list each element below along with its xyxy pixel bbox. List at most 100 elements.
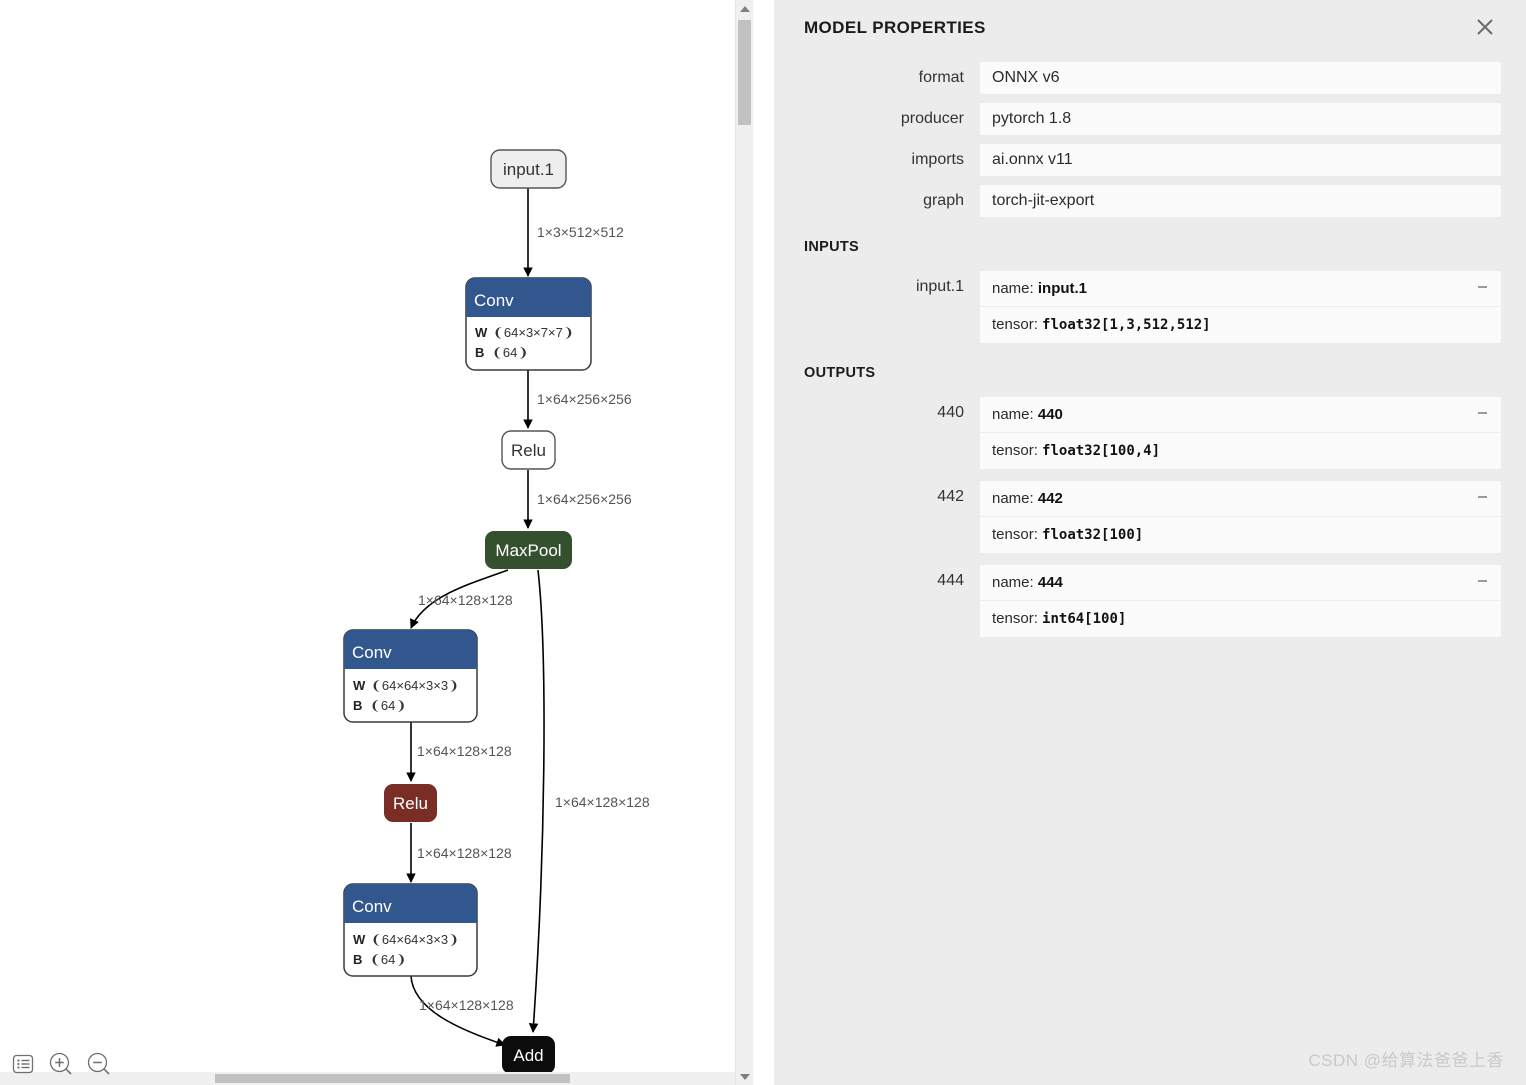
zoom-out-icon: [87, 1052, 110, 1075]
node-attr-key-conv2-w: W: [353, 678, 366, 693]
edge-label-conv3-add: 1×64×128×128: [419, 997, 514, 1013]
output-name-prefix: name:: [992, 490, 1038, 507]
graph-node-relu1[interactable]: Relu: [501, 430, 556, 470]
node-label-maxpool: MaxPool: [495, 541, 561, 560]
output-name-prefix: name:: [992, 574, 1038, 591]
input-row-input1: input.1 name: input.1 tensor: float32[1,…: [799, 271, 1501, 343]
graph-node-conv3[interactable]: Conv W ❨64×64×3×3❩ B ❨64❩: [343, 883, 478, 977]
scroll-down-button[interactable]: [736, 1068, 753, 1085]
edge-label-conv1-relu1: 1×64×256×256: [537, 391, 632, 407]
list-icon: [12, 1054, 34, 1074]
output-tensor-line-444: tensor: int64[100]: [980, 600, 1501, 637]
output-label-440: 440: [937, 404, 964, 421]
property-value-graph[interactable]: torch-jit-export: [980, 185, 1501, 217]
node-attr-val-conv1-w: ❨64×3×7×7❩: [493, 325, 574, 340]
zoom-in-button[interactable]: [48, 1051, 74, 1077]
output-row-442: 442 name: 442 tensor: float32[100]: [799, 481, 1501, 553]
edge-label-relu1-maxpool: 1×64×256×256: [537, 491, 632, 507]
output-tensor-prefix: tensor:: [992, 526, 1043, 543]
input-name-line-input1: name: input.1: [980, 271, 1501, 306]
edge-label-maxpool-add: 1×64×128×128: [555, 794, 650, 810]
output-card-442[interactable]: name: 442 tensor: float32[100]: [980, 481, 1501, 553]
node-attr-val-conv3-w: ❨64×64×3×3❩: [371, 932, 459, 947]
edge-label-conv2-relu2: 1×64×128×128: [417, 743, 512, 759]
netron-window: 1×3×512×512 1×64×256×256 1×64×256×256 1×…: [0, 0, 1526, 1085]
graph-node-input1[interactable]: input.1: [490, 149, 567, 189]
output-card-440[interactable]: name: 440 tensor: float32[100,4]: [980, 397, 1501, 469]
node-attr-key-conv1-b: B: [475, 345, 484, 360]
output-tensor-line-440: tensor: float32[100,4]: [980, 432, 1501, 469]
property-label-imports: imports: [911, 151, 964, 168]
chevron-down-icon: [739, 1073, 750, 1080]
output-tensor-line-442: tensor: float32[100]: [980, 516, 1501, 553]
property-row-imports: imports ai.onnx v11: [799, 144, 1501, 176]
output-tensor-value: float32[100,4]: [1042, 443, 1161, 459]
output-label-442: 442: [937, 488, 964, 505]
vertical-scrollbar-thumb[interactable]: [738, 20, 751, 125]
input-tensor-prefix: tensor:: [992, 316, 1043, 333]
property-row-producer: producer pytorch 1.8: [799, 103, 1501, 135]
property-value-format[interactable]: ONNX v6: [980, 62, 1501, 94]
property-value-imports[interactable]: ai.onnx v11: [980, 144, 1501, 176]
input-label-input1: input.1: [915, 278, 964, 295]
collapse-toggle-icon[interactable]: [1478, 496, 1487, 498]
chevron-up-icon: [739, 5, 750, 12]
horizontal-scrollbar-thumb[interactable]: [215, 1074, 570, 1083]
edge-label-maxpool-conv2: 1×64×128×128: [418, 592, 513, 608]
output-name-value: 442: [1037, 490, 1063, 507]
node-attr-key-conv3-b: B: [353, 952, 362, 967]
node-label-conv2: Conv: [352, 643, 392, 662]
close-button[interactable]: [1470, 12, 1500, 42]
node-label-relu1: Relu: [511, 441, 546, 460]
input-tensor-value: float32[1,3,512,512]: [1042, 317, 1211, 333]
output-card-444[interactable]: name: 444 tensor: int64[100]: [980, 565, 1501, 637]
node-attr-val-conv1-b: ❨64❩: [492, 345, 528, 360]
output-tensor-prefix: tensor:: [992, 610, 1043, 627]
input-card-input1[interactable]: name: input.1 tensor: float32[1,3,512,51…: [980, 271, 1501, 343]
scroll-up-button[interactable]: [736, 0, 753, 17]
edge-maxpool-add: [528, 569, 545, 1033]
graph-canvas[interactable]: 1×3×512×512 1×64×256×256 1×64×256×256 1×…: [0, 0, 753, 1085]
zoom-out-button[interactable]: [86, 1051, 112, 1077]
property-value-producer[interactable]: pytorch 1.8: [980, 103, 1501, 135]
graph-node-conv2[interactable]: Conv W ❨64×64×3×3❩ B ❨64❩: [343, 629, 478, 723]
close-icon: [1477, 19, 1493, 35]
collapse-toggle-icon[interactable]: [1478, 412, 1487, 414]
graph-node-conv1[interactable]: Conv W ❨64×3×7×7❩ B ❨64❩: [465, 277, 592, 371]
node-attr-key-conv2-b: B: [353, 698, 362, 713]
properties-header: MODEL PROPERTIES: [774, 0, 1526, 62]
input-name-prefix: name:: [992, 280, 1038, 297]
node-attr-val-conv2-w: ❨64×64×3×3❩: [371, 678, 459, 693]
node-attr-val-conv2-b: ❨64❩: [370, 698, 406, 713]
graph-toolbar: [10, 1051, 112, 1077]
collapse-toggle-icon[interactable]: [1478, 580, 1487, 582]
output-tensor-value: float32[100]: [1042, 527, 1144, 543]
node-label-conv3: Conv: [352, 897, 392, 916]
graph-node-add[interactable]: Add: [502, 1036, 555, 1074]
output-tensor-value: int64[100]: [1042, 611, 1127, 627]
watermark: CSDN @给算法爸爸上香: [1308, 1051, 1504, 1070]
input-tensor-line-input1: tensor: float32[1,3,512,512]: [980, 306, 1501, 343]
input-name-value: input.1: [1037, 280, 1088, 297]
node-label-conv1: Conv: [474, 291, 514, 310]
horizontal-scrollbar[interactable]: [0, 1072, 753, 1085]
output-name-line-440: name: 440: [980, 397, 1501, 432]
section-title-inputs: INPUTS: [804, 239, 859, 255]
output-name-prefix: name:: [992, 406, 1038, 423]
model-list-button[interactable]: [10, 1051, 36, 1077]
node-label-relu2: Relu: [393, 794, 428, 813]
node-attr-key-conv3-w: W: [353, 932, 366, 947]
edge-label-input1-conv1: 1×3×512×512: [537, 224, 624, 240]
property-label-producer: producer: [900, 110, 964, 127]
property-row-graph: graph torch-jit-export: [799, 185, 1501, 217]
edge-label-relu2-conv3: 1×64×128×128: [417, 845, 512, 861]
vertical-scrollbar[interactable]: [735, 0, 753, 1085]
collapse-toggle-icon[interactable]: [1478, 286, 1487, 288]
model-properties-panel: MODEL PROPERTIES format ONNX v6 producer…: [774, 0, 1526, 1085]
output-name-line-442: name: 442: [980, 481, 1501, 516]
node-attr-key-conv1-w: W: [475, 325, 488, 340]
output-tensor-prefix: tensor:: [992, 442, 1043, 459]
panel-title: MODEL PROPERTIES: [804, 18, 986, 37]
graph-node-maxpool[interactable]: MaxPool: [485, 531, 572, 569]
graph-node-relu2[interactable]: Relu: [384, 784, 437, 822]
